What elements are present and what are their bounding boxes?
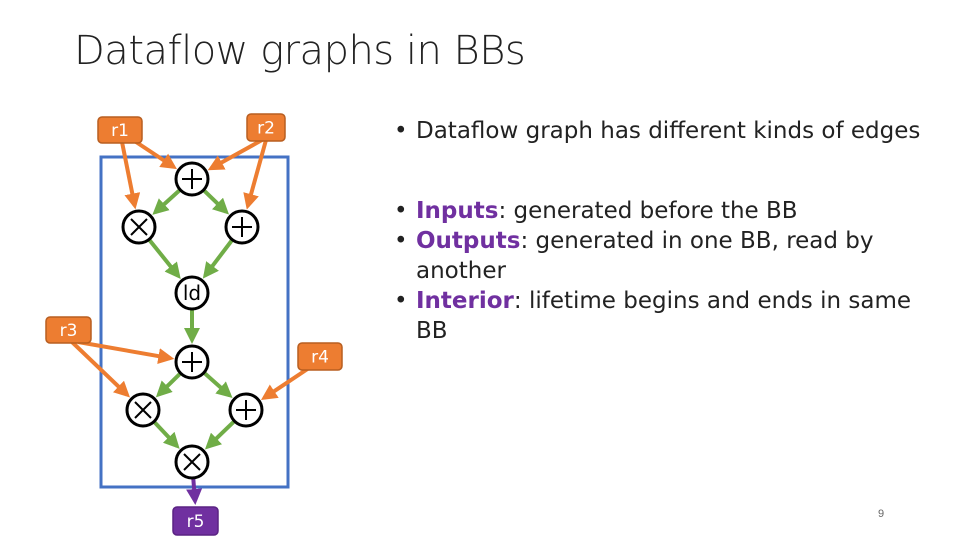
op-node-n7 (228, 392, 264, 428)
bullet-2: Outputs: generated in one BB, read by an… (394, 226, 934, 286)
bullet-list: Dataflow graph has different kinds of ed… (394, 116, 934, 346)
register-r3: r3 (45, 316, 92, 344)
op-node-n1 (174, 161, 210, 197)
bullet-1: Inputs: generated before the BB (394, 196, 934, 226)
edge-input-r1-n2 (120, 141, 141, 210)
register-label: r3 (60, 321, 78, 341)
bullet-keyword: Interior (416, 288, 514, 314)
page-number: 9 (878, 508, 885, 520)
op-label: ld (183, 281, 201, 305)
bullet-text: : generated before the BB (498, 198, 798, 224)
op-node-n2 (121, 209, 157, 245)
edge-interior-n1-n3 (202, 188, 230, 215)
register-r2: r2 (246, 113, 286, 142)
bullet-0: Dataflow graph has different kinds of ed… (394, 116, 934, 146)
op-node-n3 (224, 209, 260, 245)
register-r4: r4 (297, 342, 343, 371)
register-label: r5 (187, 512, 205, 532)
bullet-keyword: Outputs (416, 228, 521, 254)
edge-interior-n6-n8 (152, 420, 180, 449)
op-node-n5 (174, 344, 210, 380)
edge-interior-n3-n4 (202, 238, 234, 279)
register-label: r4 (311, 348, 329, 368)
edge-interior-n7-n8 (204, 419, 236, 450)
edge-input-r2-n1 (207, 138, 263, 171)
edge-interior-n5-n6 (155, 371, 182, 398)
register-r1: r1 (97, 116, 143, 144)
edge-interior-n5-n7 (202, 371, 233, 399)
register-label: r1 (111, 121, 129, 141)
op-node-n8 (174, 444, 210, 480)
register-r5: r5 (172, 506, 219, 536)
edge-output-n8-r5 (186, 477, 203, 506)
bullet-text: Dataflow graph has different kinds of ed… (416, 118, 921, 144)
edge-interior-n2-n4 (147, 238, 181, 279)
op-node-n4: ld (174, 275, 210, 311)
edge-input-r2-n3 (243, 139, 268, 210)
edge-interior-n1-n2 (152, 188, 182, 215)
bullet-keyword: Inputs (416, 198, 499, 224)
basic-block-boundary (99, 155, 290, 489)
op-node-n6 (125, 392, 161, 428)
edge-input-r3-n5 (77, 340, 175, 365)
bullet-3: Interior: lifetime begins and ends in sa… (394, 286, 934, 346)
register-label: r2 (257, 119, 275, 139)
